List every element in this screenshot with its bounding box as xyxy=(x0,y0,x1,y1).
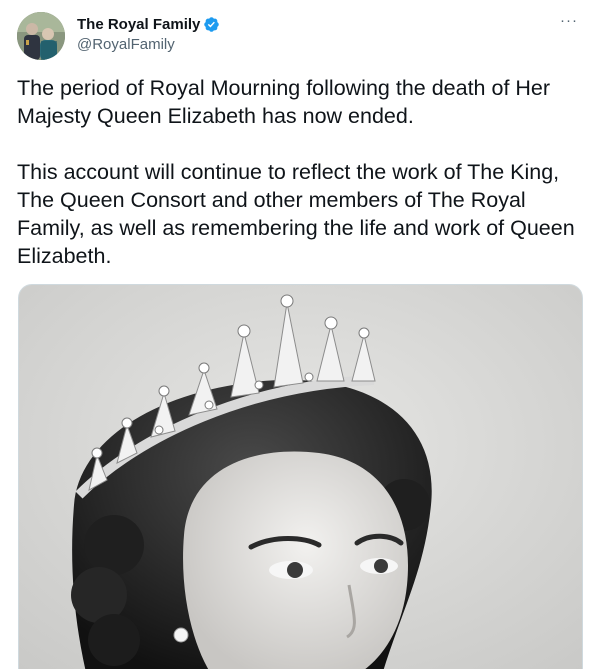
more-options-icon[interactable]: ··· xyxy=(558,13,580,32)
tweet-text: The period of Royal Mourning following t… xyxy=(17,74,579,270)
tweet-paragraph: This account will continue to reflect th… xyxy=(17,160,575,268)
author-names: The Royal Family @RoyalFamily xyxy=(77,14,220,53)
tweet-header: The Royal Family @RoyalFamily ··· xyxy=(17,10,582,60)
tweet-card: The Royal Family @RoyalFamily ··· The pe… xyxy=(0,0,594,669)
portrait-photo-icon xyxy=(19,285,582,669)
verified-badge-icon xyxy=(204,16,220,32)
author-handle[interactable]: @RoyalFamily xyxy=(77,36,220,53)
tweet-photo[interactable] xyxy=(18,284,583,669)
display-name-row: The Royal Family xyxy=(77,14,220,34)
avatar-image-icon xyxy=(17,12,65,60)
author-display-name[interactable]: The Royal Family xyxy=(77,16,200,33)
tweet-paragraph: The period of Royal Mourning following t… xyxy=(17,76,551,128)
profile-avatar[interactable] xyxy=(17,12,65,60)
